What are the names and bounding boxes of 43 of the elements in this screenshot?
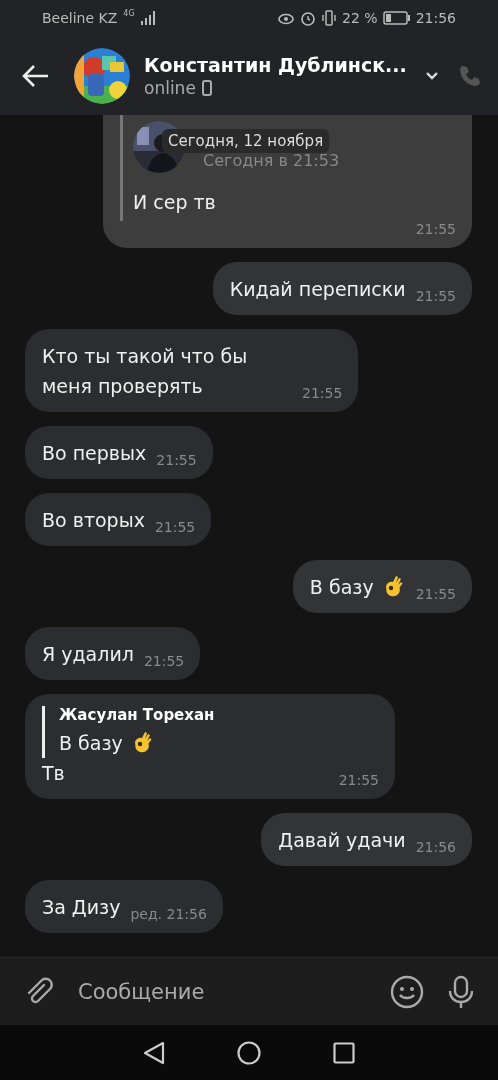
message-time: 21:55 [154, 519, 196, 535]
vibrate-icon [321, 10, 338, 26]
microphone-icon[interactable] [446, 974, 476, 1009]
message-time: ред. 21:56 [130, 906, 207, 922]
eye-icon [277, 11, 296, 25]
message-time: 21:55 [143, 653, 185, 669]
network-type: 4G [123, 9, 135, 18]
date-badge: Сегодня, 12 ноября [162, 129, 330, 153]
message-text: Во вторых [42, 508, 145, 533]
recents-icon[interactable] [333, 1041, 355, 1064]
message-text: Я удалил [42, 642, 134, 667]
home-icon[interactable] [237, 1040, 261, 1065]
battery-percent: 22 % [342, 10, 378, 26]
signal-icon [140, 11, 157, 25]
message-time: 21:55 [415, 221, 456, 237]
message-time: 21:56 [415, 839, 456, 855]
message-text: Кто ты такой что бы меня проверять [42, 344, 249, 399]
message-text: За Дизу [42, 895, 121, 920]
message-text: Тв [42, 761, 65, 786]
contact-name[interactable]: Константин Дублинск... [144, 53, 407, 76]
message-text: В базу [309, 575, 374, 600]
message-time: 21:55 [415, 586, 456, 602]
phone-device-icon [201, 79, 212, 96]
message-time: 21:55 [156, 452, 197, 468]
back-arrow-icon[interactable] [22, 63, 50, 88]
message-text: Во первых [42, 441, 147, 466]
reply-author: Жасулан Торехан [59, 706, 216, 724]
message-text: Давай удачи [278, 828, 406, 853]
alarm-icon [300, 10, 317, 26]
message-time: 21:55 [338, 772, 379, 788]
message-text: Кидай переписки [229, 277, 406, 302]
message-time: 21:55 [302, 385, 343, 401]
carrier-name: Beeline KZ [42, 10, 118, 26]
contact-status: online [144, 77, 196, 98]
reply-text: В базу [59, 731, 123, 756]
message-time: 21:55 [415, 288, 456, 304]
emoji-icon[interactable] [390, 974, 424, 1009]
message-text: И сер тв [133, 190, 217, 215]
back-icon[interactable] [143, 1040, 165, 1065]
forward-time: Сегодня в 21:53 [203, 150, 340, 170]
chevron-down-icon[interactable] [424, 70, 439, 81]
battery-icon [382, 11, 411, 25]
clock-time: 21:56 [415, 10, 456, 26]
